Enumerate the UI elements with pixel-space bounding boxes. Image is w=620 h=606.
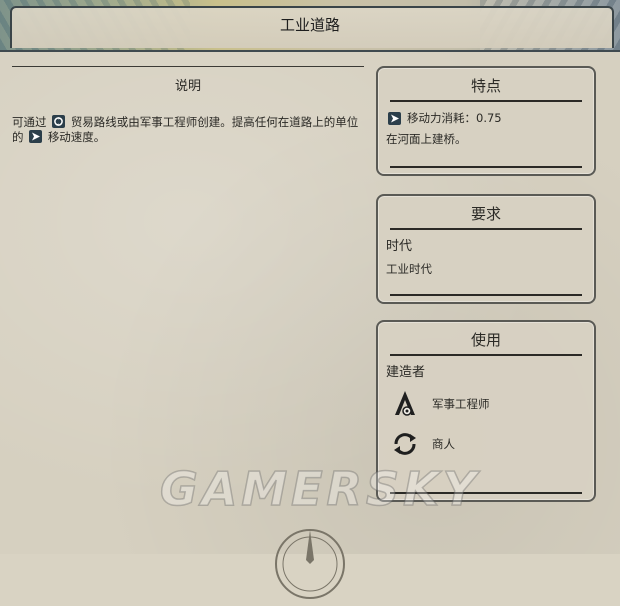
- builder-name: 商人: [432, 437, 455, 451]
- requirements-title: 要求: [470, 205, 501, 223]
- description-text: 可通过 贸易路线或由军事工程师创建。提高任何在道路上的单位的 移动速度。: [12, 115, 364, 145]
- movement-cost-row: 移动力消耗：0.75: [386, 108, 586, 128]
- movement-icon: [388, 111, 401, 125]
- builder-name: 军事工程师: [432, 397, 490, 411]
- description-part-3: 移动速度。: [47, 130, 106, 144]
- builder-trader[interactable]: 商人: [390, 424, 586, 464]
- trade-route-icon: [52, 115, 66, 128]
- description-title: 说明: [174, 79, 201, 94]
- era-label: 时代: [386, 239, 413, 254]
- movement-cost-text: 移动力消耗：0.75: [407, 111, 502, 125]
- features-rule-bottom: [390, 166, 582, 168]
- description-part-1: 可通过: [12, 115, 47, 129]
- era-value: 工业时代: [386, 262, 432, 276]
- military-engineer-icon: [390, 389, 420, 419]
- bridge-text: 在河面上建桥。: [386, 132, 467, 146]
- page-header: 工业道路: [0, 0, 620, 52]
- movement-icon: [29, 130, 43, 143]
- requirements-panel: 要求 时代 工业时代: [376, 194, 596, 304]
- page-title: 工业道路: [279, 16, 340, 34]
- features-panel: 特点 移动力消耗：0.75 在河面上建桥。: [376, 66, 596, 176]
- civilopedia-page: 工业道路 说明 可通过 贸易路线或由军事工程师创建。提高任何在道路上的单位的 移…: [0, 0, 620, 599]
- usage-panel: 使用 建造者 军事工程师 商人: [376, 320, 596, 502]
- usage-rule-bottom: [390, 492, 582, 494]
- builders-label: 建造者: [386, 365, 426, 380]
- usage-title: 使用: [470, 331, 501, 349]
- compass-ornament: [272, 526, 348, 602]
- builder-military-engineer[interactable]: 军事工程师: [390, 384, 586, 424]
- features-title: 特点: [470, 77, 501, 95]
- description-section: 说明 可通过 贸易路线或由军事工程师创建。提高任何在道路上的单位的 移动速度。: [12, 66, 364, 145]
- trader-icon: [390, 429, 420, 459]
- requirements-rule-bottom: [390, 294, 582, 296]
